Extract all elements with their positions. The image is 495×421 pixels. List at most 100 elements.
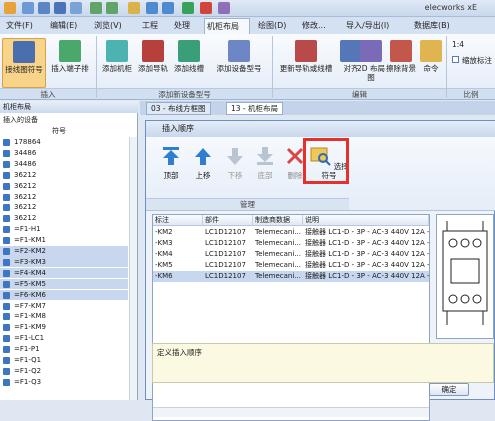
erase-background-button[interactable]: 擦除背景 [386, 38, 416, 73]
tree-item[interactable]: =F1-Q1 [0, 355, 128, 366]
app-menu-icon[interactable] [4, 2, 16, 14]
col-part[interactable]: 部件 [203, 215, 253, 226]
expand-icon[interactable] [3, 357, 10, 364]
expand-icon[interactable] [3, 258, 10, 266]
table-row[interactable]: -KM5 LC1D12107 Telemecani... 接触器 LC1-D - 3P… [153, 260, 429, 271]
expand-icon[interactable] [3, 367, 10, 375]
move-bottom-button[interactable]: 底部 [250, 145, 280, 180]
expand-icon[interactable] [3, 313, 10, 321]
tab-cabinet-layout[interactable]: 机柜布局 [204, 18, 250, 34]
tree-item[interactable]: =F1-KM1 [0, 235, 128, 246]
expand-icon[interactable] [3, 215, 10, 223]
table-row[interactable]: -KM2 LC1D12107 Telemecani... 接触器 LC1-D - 3P… [153, 227, 429, 238]
add-device-model-button[interactable]: 添加设备型号 [210, 38, 268, 73]
tab-process[interactable]: 处理 [172, 18, 192, 34]
add-rail-button[interactable]: 添加导轨 [136, 38, 170, 73]
tree-item[interactable]: =F4-KM4 [0, 267, 128, 279]
update-rail-duct-button[interactable]: 更新导轨或线槽 [276, 38, 336, 73]
tree-item[interactable]: =F7-KM7 [0, 301, 128, 312]
table-row[interactable]: -KM3 LC1D12107 Telemecani... 接触器 LC1-D - 3P… [153, 238, 429, 249]
tree-item[interactable]: =F1-KM8 [0, 311, 128, 322]
tree-item[interactable]: =F1-P1 [0, 344, 128, 355]
expand-icon[interactable] [3, 324, 10, 332]
scale-checkbox[interactable] [452, 56, 459, 63]
tree-item[interactable]: =F1-KM9 [0, 322, 128, 333]
2d-layout-button[interactable]: 2D 布局图 [356, 38, 386, 82]
tree-item[interactable]: 36212 [0, 202, 128, 213]
tree-item[interactable]: =F3-KM3 [0, 256, 128, 268]
expand-icon[interactable] [3, 171, 10, 179]
expand-icon[interactable] [3, 226, 10, 234]
move-top-button[interactable]: 顶部 [156, 145, 186, 180]
expand-icon[interactable] [3, 160, 10, 168]
tab-database[interactable]: 数据库(B) [412, 18, 452, 34]
back-icon[interactable] [146, 2, 158, 14]
redo-icon[interactable] [106, 2, 118, 14]
col-description[interactable]: 说明 [303, 215, 429, 226]
new-icon[interactable] [22, 2, 34, 14]
expand-icon[interactable] [3, 139, 10, 146]
expand-icon[interactable] [3, 280, 10, 288]
tab-view[interactable]: 浏览(V) [92, 18, 124, 34]
move-up-button[interactable]: 上移 [188, 145, 218, 180]
expand-icon[interactable] [3, 302, 10, 310]
tree-item[interactable]: 36212 [0, 170, 128, 181]
doc-tab-block-diagram[interactable]: 03 - 布线方框图 [146, 102, 211, 115]
expand-icon[interactable] [3, 149, 10, 157]
forward-icon[interactable] [162, 2, 174, 14]
tab-edit[interactable]: 编辑(E) [48, 18, 79, 34]
tree-item[interactable]: 178864 [0, 137, 128, 148]
expand-icon[interactable] [3, 193, 10, 201]
add-duct-button[interactable]: 添加线槽 [172, 38, 206, 73]
table-row[interactable]: -KM4 LC1D12107 Telemecani... 接触器 LC1-D - 3P… [153, 249, 429, 260]
expand-icon[interactable] [3, 269, 10, 277]
tree-item[interactable]: =F1-LC1 [0, 333, 128, 344]
tree-item[interactable]: =F5-KM5 [0, 278, 128, 290]
tree-item[interactable]: 36212 [0, 213, 128, 224]
settings-icon[interactable] [218, 2, 230, 14]
tree-item[interactable]: 34486 [0, 148, 128, 159]
tree-item[interactable]: 34486 [0, 159, 128, 170]
expand-icon[interactable] [3, 291, 10, 299]
print-icon[interactable] [70, 2, 82, 14]
tree-item[interactable]: 36212 [0, 181, 128, 192]
expand-icon[interactable] [3, 237, 10, 245]
tree-item[interactable]: 36212 [0, 192, 128, 203]
col-manufacturer[interactable]: 制造商数据 [253, 215, 303, 226]
tree-item[interactable]: =F1-H1 [0, 224, 128, 235]
open-icon[interactable] [38, 2, 50, 14]
tab-import-export[interactable]: 导入/导出(I) [344, 18, 391, 34]
command-button[interactable]: 命令 [418, 38, 444, 73]
expand-icon[interactable] [3, 378, 10, 386]
expand-icon[interactable] [3, 204, 10, 212]
table-row[interactable]: -KM6 LC1D12107 Telemecani... 接触器 LC1-D - 3P… [153, 271, 429, 282]
tree-item[interactable]: =F1-Q2 [0, 366, 128, 377]
move-down-button[interactable]: 下移 [220, 145, 250, 180]
tree-item[interactable]: =F1-Q3 [0, 377, 128, 388]
undo-icon[interactable] [90, 2, 102, 14]
left-scrollbar[interactable] [129, 137, 137, 400]
update-icon [295, 40, 317, 62]
tree-item[interactable]: =F6-KM6 [0, 289, 128, 301]
tab-file[interactable]: 文件(F) [4, 18, 35, 34]
table-horizontal-scrollbar[interactable] [153, 407, 429, 417]
play-icon[interactable] [182, 2, 194, 14]
expand-icon[interactable] [3, 335, 10, 343]
expand-icon[interactable] [3, 182, 10, 190]
tab-project[interactable]: 工程 [140, 18, 160, 34]
tree-item[interactable]: =F2-KM2 [0, 246, 128, 257]
scale-value[interactable]: 1:4 [452, 40, 464, 49]
add-cabinet-button[interactable]: 添加机柜 [100, 38, 134, 73]
tab-draw[interactable]: 绘图(D) [256, 18, 288, 34]
doc-tab-cabinet-layout[interactable]: 13 - 机柜布局 [226, 102, 284, 115]
expand-icon[interactable] [3, 248, 10, 255]
expand-icon[interactable] [3, 346, 10, 354]
insert-terminal-strip-button[interactable]: 插入端子排 [48, 38, 92, 73]
col-tag[interactable]: 标注 [153, 215, 203, 226]
tab-modify[interactable]: 修改... [300, 18, 328, 34]
wiring-symbol-button[interactable]: 接线图符号 [2, 38, 46, 88]
save-icon[interactable] [54, 2, 66, 14]
stop-icon[interactable] [200, 2, 212, 14]
ok-button[interactable]: 确定 [429, 383, 469, 396]
tool-icon[interactable] [128, 2, 140, 14]
